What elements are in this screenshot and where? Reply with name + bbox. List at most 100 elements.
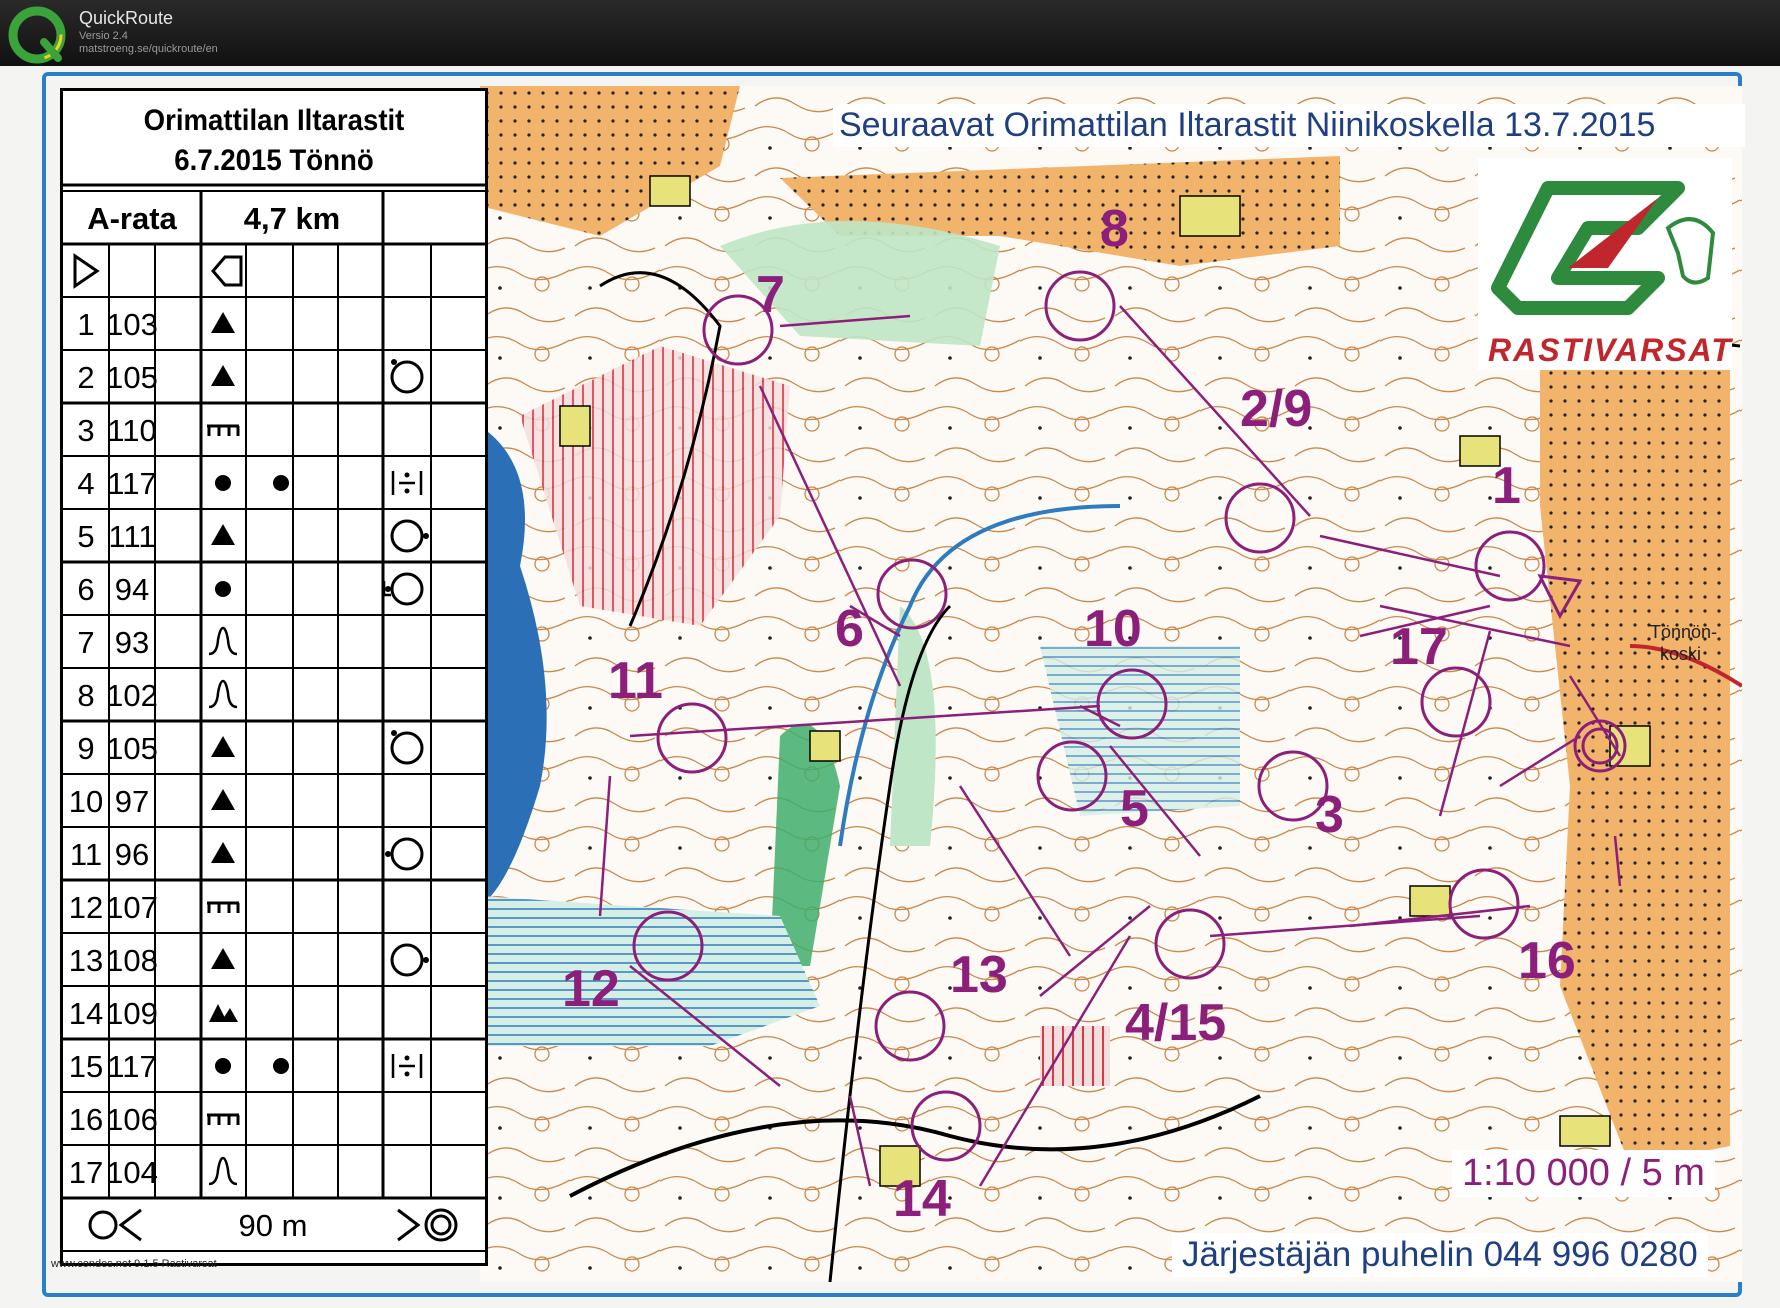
stone-wall-icon <box>207 1113 240 1125</box>
control-label-10: 10 <box>1084 600 1142 658</box>
organizer-phone: Järjestäjän puhelin 044 996 0280 <box>1172 1233 1708 1277</box>
control-code: 107 <box>106 890 158 925</box>
two-knolls-icon <box>215 1058 289 1074</box>
control-label-12: 12 <box>562 960 620 1018</box>
spur-icon <box>208 626 238 656</box>
control-code: 104 <box>106 1155 158 1190</box>
control-number: 3 <box>77 413 94 448</box>
control-number: 12 <box>69 890 103 925</box>
control-number: 5 <box>77 519 94 554</box>
control-row: 14 109 <box>69 996 238 1031</box>
boulder-icon <box>211 524 235 545</box>
control-code: 117 <box>107 1049 156 1084</box>
control-number: 14 <box>69 996 103 1031</box>
control-row: 16 106 <box>69 1102 240 1137</box>
control-row: 17 104 <box>69 1155 238 1190</box>
control-label-2-9: 2/9 <box>1240 380 1312 438</box>
boulder-icon <box>211 842 235 863</box>
control-row: 9 105 <box>77 730 424 766</box>
control-code: 111 <box>108 519 155 554</box>
north-side-icon <box>390 359 424 394</box>
control-row: 5 111 <box>77 519 429 554</box>
control-code: 105 <box>106 731 158 766</box>
control-label-13: 13 <box>950 946 1008 1004</box>
control-code: 110 <box>107 413 156 448</box>
spur-icon <box>208 679 238 709</box>
finish-circle-icon <box>88 1210 118 1240</box>
knoll-icon <box>215 581 231 597</box>
control-row: 7 93 <box>77 625 238 660</box>
control-number: 7 <box>77 625 94 660</box>
control-code: 105 <box>106 360 158 395</box>
between-icon <box>391 471 423 495</box>
control-label-8: 8 <box>1100 200 1129 258</box>
place-label-tonnonkoski-2: koski <box>1660 644 1701 664</box>
control-description-sheet: Orimattilan Iltarastit 6.7.2015 Tönnö A-… <box>60 88 488 1266</box>
control-code: 109 <box>106 996 158 1031</box>
finish-distance: 90 m <box>239 1208 308 1243</box>
control-number: 2 <box>77 360 94 395</box>
control-code: 96 <box>115 837 149 872</box>
arrow-left-icon <box>118 1208 142 1242</box>
control-label-16: 16 <box>1518 932 1576 990</box>
control-label-7: 7 <box>756 266 785 324</box>
boulder-icon <box>211 789 235 810</box>
control-number: 6 <box>77 572 94 607</box>
east-side-icon <box>390 519 429 553</box>
start-feature-icon <box>211 255 243 287</box>
control-description-grid: A-rata 4,7 km1 1032 1053 1104 1175 1116 947 938 1… <box>63 183 485 1252</box>
map-heading: Seuraavat Orimattilan Iltarastit Niiniko… <box>833 104 1745 147</box>
boulder-cluster-icon <box>209 1004 238 1022</box>
club-name: RASTIVARSAT <box>1488 332 1733 368</box>
control-label-4-15: 4/15 <box>1125 994 1226 1052</box>
arrow-right-icon <box>397 1208 421 1242</box>
control-label-11: 11 <box>608 652 663 710</box>
north-side-icon <box>390 730 424 765</box>
control-code: 97 <box>115 784 149 819</box>
boulder-icon <box>211 312 235 333</box>
control-row: 6 94 <box>77 572 424 607</box>
control-row: 8 102 <box>77 678 238 713</box>
control-code: 117 <box>107 466 156 501</box>
stone-wall-icon <box>207 901 240 913</box>
control-row: 2 105 <box>77 359 424 395</box>
place-label-tonnonkoski-1: Tönnön- <box>1650 622 1717 642</box>
control-number: 15 <box>69 1049 103 1084</box>
control-number: 4 <box>77 466 94 501</box>
control-row: 10 97 <box>69 784 235 819</box>
control-row: 15 117 <box>69 1049 423 1084</box>
control-number: 17 <box>69 1155 103 1190</box>
course-length: 4,7 km <box>244 201 341 236</box>
control-label-1: 1 <box>1492 457 1521 515</box>
spur-icon <box>208 1156 238 1186</box>
control-label-17: 17 <box>1390 618 1448 676</box>
control-code: 106 <box>106 1102 158 1137</box>
quickroute-logo-icon <box>8 6 66 64</box>
control-number: 11 <box>70 837 102 872</box>
control-number: 13 <box>69 943 103 978</box>
condes-credit: www.condes.net 9.1.5 Rastivarsat <box>51 1258 217 1270</box>
control-number: 8 <box>77 678 94 713</box>
southwest-foot-icon <box>382 572 424 606</box>
control-number: 10 <box>69 784 103 819</box>
control-row: 4 117 <box>77 466 423 501</box>
map-scale: 1:10 000 / 5 m <box>1452 1150 1715 1197</box>
window-titlebar: QuickRoute Versio 2.4 matstroeng.se/quic… <box>0 0 1780 66</box>
app-title: QuickRoute <box>79 8 174 28</box>
boulder-icon <box>211 948 235 969</box>
control-code: 94 <box>115 572 149 607</box>
control-row: 1 103 <box>77 307 235 342</box>
start-triangle-icon <box>73 253 100 289</box>
control-code: 108 <box>106 943 158 978</box>
control-label-3: 3 <box>1315 786 1344 844</box>
rastivarsat-logo-icon <box>1491 181 1716 315</box>
control-number: 1 <box>77 307 94 342</box>
control-label-6: 6 <box>835 600 864 658</box>
app-url[interactable]: matstroeng.se/quickroute/en <box>79 43 218 55</box>
control-code: 103 <box>106 307 158 342</box>
control-code: 93 <box>115 625 149 660</box>
app-version: Versio 2.4 <box>79 30 128 42</box>
control-number: 9 <box>77 731 94 766</box>
between-icon <box>391 1054 423 1078</box>
control-code: 102 <box>106 678 158 713</box>
